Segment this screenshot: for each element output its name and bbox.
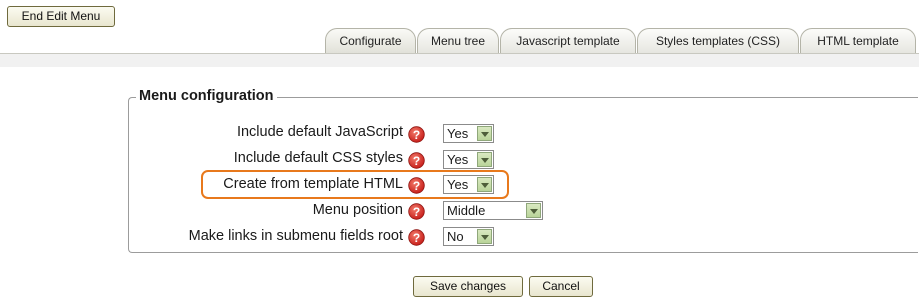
label-include-default-css: Include default CSS styles: [233, 150, 403, 166]
select-menu-position[interactable]: Middle: [443, 201, 543, 220]
label-include-default-javascript: Include default JavaScript: [236, 124, 403, 140]
svg-text:?: ?: [413, 179, 420, 193]
label-create-from-template-html: Create from template HTML: [223, 176, 403, 192]
select-value: Yes: [447, 177, 469, 192]
select-value: Yes: [447, 126, 469, 141]
label-make-links-submenu-root: Make links in submenu fields root: [188, 228, 403, 244]
section-legend: Menu configuration: [136, 88, 277, 104]
svg-text:?: ?: [413, 154, 420, 168]
help-icon[interactable]: ?: [408, 126, 425, 143]
tab-menu-tree[interactable]: Menu tree: [417, 28, 499, 53]
tab-html-template[interactable]: HTML template: [800, 28, 916, 53]
help-icon[interactable]: ?: [408, 177, 425, 194]
svg-text:?: ?: [413, 205, 420, 219]
help-icon[interactable]: ?: [408, 203, 425, 220]
dropdown-arrow-icon: [477, 229, 492, 244]
select-value: Yes: [447, 152, 469, 167]
select-make-links-submenu-root[interactable]: No: [443, 227, 494, 246]
select-include-default-javascript[interactable]: Yes: [443, 124, 494, 143]
dropdown-arrow-icon: [477, 126, 492, 141]
svg-text:?: ?: [413, 231, 420, 245]
tab-javascript-template[interactable]: Javascript template: [500, 28, 636, 53]
save-changes-button[interactable]: Save changes: [413, 276, 523, 297]
dropdown-arrow-icon: [477, 177, 492, 192]
cancel-button[interactable]: Cancel: [529, 276, 593, 297]
tab-panel-header: [0, 54, 919, 67]
end-edit-menu-button[interactable]: End Edit Menu: [7, 6, 115, 27]
help-icon[interactable]: ?: [408, 229, 425, 246]
dropdown-arrow-icon: [526, 203, 541, 218]
tab-styles-templates[interactable]: Styles templates (CSS): [637, 28, 799, 53]
help-icon[interactable]: ?: [408, 152, 425, 169]
select-create-from-template-html[interactable]: Yes: [443, 175, 494, 194]
svg-text:?: ?: [413, 128, 420, 142]
label-menu-position: Menu position: [312, 202, 403, 218]
select-value: No: [447, 229, 464, 244]
select-include-default-css[interactable]: Yes: [443, 150, 494, 169]
tab-configurate[interactable]: Configurate: [325, 28, 416, 53]
tab-bar: Configurate Menu tree Javascript templat…: [0, 28, 919, 54]
select-value: Middle: [447, 203, 486, 218]
dropdown-arrow-icon: [477, 152, 492, 167]
